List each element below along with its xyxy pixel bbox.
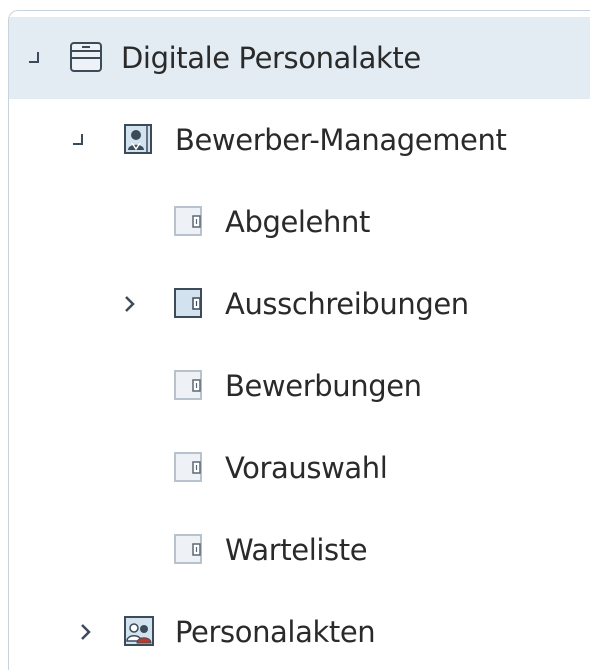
tree-node-label: Personalakten (175, 615, 376, 649)
tree-node-label: Vorauswahl (225, 451, 388, 485)
tree-node-ausschreibungen[interactable]: Ausschreibungen (9, 263, 590, 345)
navigation-tree-panel: Digitale Personalakte Bewerber-Managemen… (8, 10, 590, 670)
tree-node-label: Ausschreibungen (225, 287, 469, 321)
register-icon (173, 533, 205, 565)
tree-node-digitale-personalakte[interactable]: Digitale Personalakte (9, 17, 590, 99)
tree-node-bewerbungen[interactable]: Bewerbungen (9, 345, 590, 427)
register-icon (173, 451, 205, 483)
register-icon (173, 287, 205, 319)
chevron-right-icon[interactable] (119, 293, 141, 315)
people-folder-icon (123, 615, 155, 647)
collapse-icon[interactable] (23, 47, 45, 69)
cabinet-icon (69, 41, 103, 73)
tree-node-abgelehnt[interactable]: Abgelehnt (9, 181, 590, 263)
collapse-icon[interactable] (67, 129, 89, 151)
tree-node-bewerber-management[interactable]: Bewerber-Management (9, 99, 590, 181)
person-folder-icon (123, 123, 153, 155)
tree-node-label: Warteliste (225, 533, 368, 567)
register-icon (173, 205, 205, 237)
tree-node-label: Bewerber-Management (175, 123, 507, 157)
chevron-right-icon[interactable] (75, 621, 97, 643)
tree-node-vorauswahl[interactable]: Vorauswahl (9, 427, 590, 509)
tree-node-warteliste[interactable]: Warteliste (9, 509, 590, 591)
tree-node-label: Abgelehnt (225, 205, 370, 239)
tree-node-label: Bewerbungen (225, 369, 422, 403)
tree-node-personalakten[interactable]: Personalakten (9, 591, 590, 670)
register-icon (173, 369, 205, 401)
tree-node-label: Digitale Personalakte (121, 41, 421, 75)
